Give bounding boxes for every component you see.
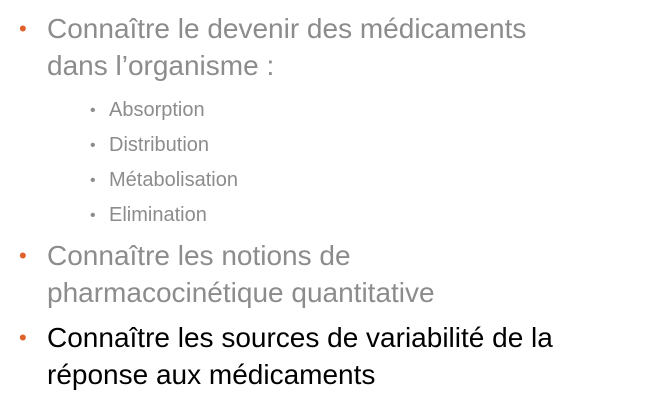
bullet-line: Connaître les notions de bbox=[47, 240, 351, 271]
bullet-variabilite: • Connaître les sources de variabilité d… bbox=[19, 319, 649, 393]
sub-bullet-label: Absorption bbox=[109, 99, 205, 121]
sub-bullet-dot-icon: • bbox=[90, 207, 96, 224]
bullet-text: Connaître le devenir des médicaments dan… bbox=[47, 10, 647, 84]
sub-bullet-metabolisation: • Métabolisation bbox=[90, 163, 490, 198]
bullet-line: dans l’organisme : bbox=[47, 50, 275, 81]
slide: • Connaître le devenir des médicaments d… bbox=[0, 0, 659, 413]
sub-bullet-absorption: • Absorption bbox=[90, 93, 490, 128]
sub-bullet-dot-icon: • bbox=[90, 137, 96, 154]
sub-bullet-elimination: • Elimination bbox=[90, 198, 490, 233]
sub-bullet-list: • Absorption • Distribution • Métabolisa… bbox=[90, 93, 490, 233]
bullet-line: pharmacocinétique quantitative bbox=[47, 277, 435, 308]
bullet-pharmacocinetique: • Connaître les notions de pharmacocinét… bbox=[19, 237, 649, 311]
sub-bullet-label: Métabolisation bbox=[109, 169, 238, 191]
bullet-line: réponse aux médicaments bbox=[47, 359, 376, 390]
sub-bullet-dot-icon: • bbox=[90, 172, 96, 189]
bullet-dot-icon: • bbox=[19, 243, 27, 268]
bullet-dot-icon: • bbox=[19, 16, 27, 41]
bullet-dot-icon: • bbox=[19, 325, 27, 350]
bullet-devenir-medicaments: • Connaître le devenir des médicaments d… bbox=[19, 10, 649, 84]
bullet-text: Connaître les notions de pharmacocinétiq… bbox=[47, 237, 647, 311]
sub-bullet-label: Distribution bbox=[109, 134, 210, 156]
sub-bullet-dot-icon: • bbox=[90, 102, 96, 119]
bullet-text: Connaître les sources de variabilité de … bbox=[47, 319, 647, 393]
bullet-line: Connaître le devenir des médicaments bbox=[47, 13, 527, 44]
bullet-line: Connaître les sources de variabilité de … bbox=[47, 322, 553, 353]
sub-bullet-label: Elimination bbox=[109, 204, 207, 226]
sub-bullet-distribution: • Distribution bbox=[90, 128, 490, 163]
